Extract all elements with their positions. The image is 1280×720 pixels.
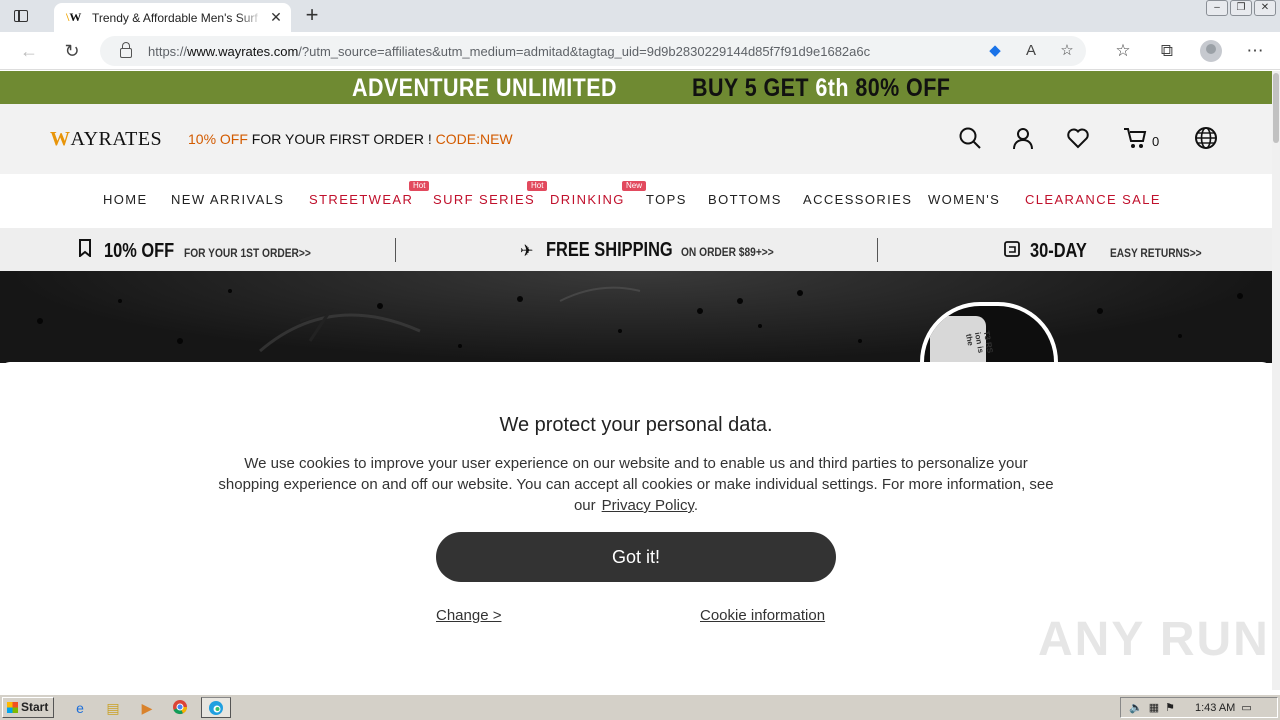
restore-icon[interactable]: ❐ <box>1230 0 1252 16</box>
privacy-policy-link[interactable]: Privacy Policy <box>602 497 694 514</box>
benefit-first-order[interactable]: 10% OFF FOR YOUR 1ST ORDER>> <box>78 239 333 263</box>
start-button[interactable]: Start <box>2 697 54 718</box>
promo-right-text: BUY 5 GET 6th 80% OFF <box>692 74 951 102</box>
nav-drinking[interactable]: DRINKING <box>550 192 625 207</box>
benefits-bar: 10% OFF FOR YOUR 1ST ORDER>> ✈ FREE SHIP… <box>0 228 1272 271</box>
volume-icon[interactable]: 🔈 <box>1129 701 1143 714</box>
windows-taskbar: Start e ▤ ▶ 🔈 ▦ ⚑ 1:43 AM ▭ <box>0 694 1280 720</box>
bookmark-icon <box>78 239 96 262</box>
nav-new-arrivals[interactable]: NEW ARRIVALS <box>171 192 284 207</box>
media-player-icon[interactable]: ▶ <box>138 699 156 717</box>
airplane-icon: ✈ <box>520 243 534 260</box>
browser-tabbar: \W Trendy & Affordable Men's Surf ✕ + – … <box>0 0 1280 32</box>
promo-banner[interactable]: ADVENTURE UNLIMITED BUY 5 GET 6th 80% OF… <box>0 71 1272 104</box>
cart-icon[interactable] <box>1122 126 1148 152</box>
tab-actions-icon[interactable] <box>10 7 32 25</box>
address-bar[interactable]: https://www.wayrates.com/?utm_source=aff… <box>100 36 1086 66</box>
wishlist-heart-icon[interactable] <box>1065 126 1091 152</box>
nav-home[interactable]: HOME <box>103 192 148 207</box>
browser-toolbar: ← ↻ https://www.wayrates.com/?utm_source… <box>0 32 1280 70</box>
favorites-icon[interactable]: ☆ <box>1112 40 1134 62</box>
shopping-tag-icon[interactable]: ◆ <box>986 41 1004 61</box>
explorer-folder-icon[interactable]: ▤ <box>104 699 122 717</box>
benefit-free-shipping[interactable]: ✈ FREE SHIPPING ON ORDER $89+>> <box>520 239 790 262</box>
add-favorite-icon[interactable]: ☆ <box>1058 41 1076 61</box>
close-window-icon[interactable]: ✕ <box>1254 0 1276 16</box>
cookie-consent-modal: We protect your personal data. We use co… <box>0 362 1272 690</box>
benefit-returns[interactable]: 30-DAY EASY RETURNS>> <box>1004 239 1218 263</box>
first-order-offer: 10% OFF FOR YOUR FIRST ORDER ! CODE:NEW <box>188 131 513 147</box>
site-logo[interactable]: WAYRATES <box>50 128 162 151</box>
edge-icon[interactable] <box>201 697 231 718</box>
nav-bottoms[interactable]: BOTTOMS <box>708 192 782 207</box>
hot-badge: Hot <box>409 181 430 191</box>
cookie-description: We use cookies to improve your user expe… <box>218 455 1054 514</box>
site-header: WAYRATES 10% OFF FOR YOUR FIRST ORDER ! … <box>0 104 1272 174</box>
tab-title: Trendy & Affordable Men's Surf <box>92 10 258 25</box>
system-tray: 🔈 ▦ ⚑ 1:43 AM ▭ <box>1120 697 1278 718</box>
more-menu-icon[interactable]: ⋯ <box>1244 40 1266 62</box>
chrome-icon[interactable] <box>171 699 189 717</box>
window-controls: – ❐ ✕ <box>1206 0 1276 16</box>
nav-accessories[interactable]: ACCESSORIES <box>803 192 912 207</box>
anyrun-watermark: ANY RUN <box>1038 613 1270 666</box>
accept-cookies-button[interactable]: Got it! <box>436 532 836 582</box>
nav-surf-series[interactable]: SURF SERIES <box>433 192 535 207</box>
hero-banner[interactable] <box>0 271 1272 363</box>
minimize-icon[interactable]: – <box>1206 0 1228 16</box>
divider <box>395 238 396 262</box>
browser-tab[interactable]: \W Trendy & Affordable Men's Surf ✕ <box>54 3 291 32</box>
hot-badge: Hot <box>527 181 548 191</box>
lock-icon[interactable] <box>120 42 132 58</box>
nav-clearance-sale[interactable]: CLEARANCE SALE <box>1025 192 1161 207</box>
cart-count: 0 <box>1152 134 1160 149</box>
network-icon[interactable]: ▦ <box>1149 701 1159 714</box>
nav-tops[interactable]: TOPS <box>646 192 687 207</box>
divider <box>877 238 878 262</box>
page-scrollbar[interactable] <box>1272 71 1280 690</box>
change-settings-link[interactable]: Change > <box>436 607 501 624</box>
search-icon[interactable] <box>957 126 983 152</box>
new-tab-icon[interactable]: + <box>300 4 324 28</box>
globe-language-icon[interactable] <box>1193 126 1219 152</box>
clock: 1:43 AM <box>1194 701 1236 714</box>
cookie-title: We protect your personal data. <box>499 414 773 436</box>
hero-texture <box>37 286 1243 353</box>
refresh-icon[interactable]: ↻ <box>61 40 83 62</box>
main-navigation: HOME NEW ARRIVALS STREETWEAR Hot SURF SE… <box>0 174 1272 228</box>
close-tab-icon[interactable]: ✕ <box>269 9 283 26</box>
show-desktop-icon[interactable]: ▭ <box>1241 701 1251 714</box>
promo-left-text: ADVENTURE UNLIMITED <box>352 74 617 102</box>
url-text: https://www.wayrates.com/?utm_source=aff… <box>148 43 871 59</box>
flag-icon[interactable]: ⚑ <box>1165 701 1175 714</box>
account-icon[interactable] <box>1010 126 1036 152</box>
back-icon[interactable]: ← <box>18 40 40 62</box>
site-favicon-icon: \W <box>66 10 82 24</box>
new-badge: New <box>622 181 647 191</box>
nav-streetwear[interactable]: STREETWEAR <box>309 192 413 207</box>
ie-icon[interactable]: e <box>71 699 89 717</box>
collections-icon[interactable]: ⧉ <box>1156 40 1178 62</box>
profile-avatar[interactable] <box>1200 40 1222 62</box>
nav-womens[interactable]: WOMEN'S <box>928 192 1000 207</box>
read-aloud-icon[interactable]: A <box>1022 41 1040 61</box>
cookie-information-link[interactable]: Cookie information <box>700 607 825 624</box>
return-box-icon <box>1004 239 1022 262</box>
